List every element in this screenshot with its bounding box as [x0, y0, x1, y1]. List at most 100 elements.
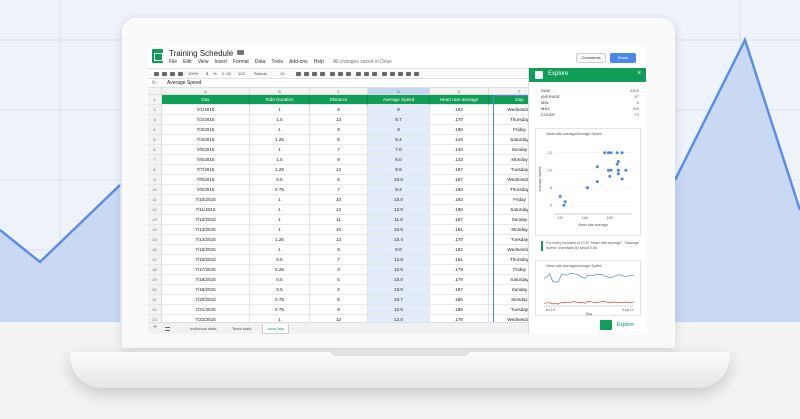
- table-cell[interactable]: 8: [310, 105, 368, 115]
- table-cell[interactable]: 7/19/2015: [162, 285, 250, 295]
- line-chart-card[interactable]: Heart rate average/Average Speed Jul 15 A…: [535, 260, 641, 316]
- table-cell[interactable]: 11.0: [368, 215, 430, 225]
- table-cell[interactable]: 8.7: [368, 115, 430, 125]
- menu-insert[interactable]: Insert: [214, 59, 227, 65]
- table-cell[interactable]: 13: [310, 235, 368, 245]
- undo-icon[interactable]: [162, 72, 167, 76]
- table-cell[interactable]: 143: [430, 155, 489, 165]
- tab-team-stats[interactable]: Team stats: [228, 324, 255, 334]
- table-cell[interactable]: Saturday: [489, 205, 528, 215]
- table-cell[interactable]: 6.0: [368, 155, 430, 165]
- strikethrough-icon[interactable]: [312, 72, 317, 76]
- table-cell[interactable]: 9: [310, 125, 368, 135]
- align-icon[interactable]: [356, 72, 361, 76]
- tab-june-july[interactable]: June/July: [262, 324, 289, 334]
- table-cell[interactable]: Monday: [489, 225, 528, 235]
- table-cell[interactable]: 1: [250, 125, 310, 135]
- table-cell[interactable]: 181: [430, 255, 489, 265]
- table-cell[interactable]: Monday: [489, 155, 528, 165]
- filter-icon[interactable]: [406, 72, 411, 76]
- table-cell[interactable]: Thursday: [489, 185, 528, 195]
- italic-icon[interactable]: [304, 72, 309, 76]
- table-cell[interactable]: 7/8/2015: [162, 175, 250, 185]
- table-cell[interactable]: 7/9/2015: [162, 185, 250, 195]
- table-cell[interactable]: Friday: [489, 195, 528, 205]
- menu-addons[interactable]: Add-ons: [289, 59, 308, 65]
- table-cell[interactable]: 190: [430, 205, 489, 215]
- table-cell[interactable]: 7/3/2015: [162, 125, 250, 135]
- table-cell[interactable]: Sunday: [489, 285, 528, 295]
- table-cell[interactable]: 186: [430, 305, 489, 315]
- formula-input[interactable]: Average Speed: [167, 80, 201, 86]
- table-cell[interactable]: 8.0: [368, 245, 430, 255]
- row-number[interactable]: 6: [148, 145, 162, 155]
- row-number[interactable]: 4: [148, 125, 162, 135]
- row-number[interactable]: 8: [148, 165, 162, 175]
- table-cell[interactable]: Saturday: [489, 135, 528, 145]
- row-number[interactable]: 19: [148, 275, 162, 285]
- functions-icon[interactable]: [414, 72, 419, 76]
- table-cell[interactable]: 187: [430, 165, 489, 175]
- table-cell[interactable]: 7/10/2015: [162, 195, 250, 205]
- table-cell[interactable]: 7/14/2015: [162, 235, 250, 245]
- table-cell[interactable]: 10.4: [368, 235, 430, 245]
- folder-icon[interactable]: [237, 50, 244, 55]
- menu-file[interactable]: File: [169, 59, 177, 65]
- table-cell[interactable]: 12: [310, 205, 368, 215]
- wrap-icon[interactable]: [372, 72, 377, 76]
- table-cell[interactable]: 10.0: [368, 275, 430, 285]
- table-cell[interactable]: 1.25: [250, 165, 310, 175]
- sheets-logo-icon[interactable]: [152, 49, 163, 63]
- table-cell[interactable]: 8: [310, 295, 368, 305]
- table-cell[interactable]: 1: [250, 145, 310, 155]
- table-cell[interactable]: 187: [430, 215, 489, 225]
- table-cell[interactable]: 7/11/2015: [162, 205, 250, 215]
- link-icon[interactable]: [382, 72, 387, 76]
- document-title[interactable]: Training Schedule: [169, 49, 233, 58]
- table-cell[interactable]: Tuesday: [489, 305, 528, 315]
- print-icon[interactable]: [154, 72, 159, 76]
- table-cell[interactable]: 9: [310, 155, 368, 165]
- star-icon[interactable]: ☆: [228, 49, 234, 57]
- table-cell[interactable]: 12: [310, 315, 368, 322]
- row-number[interactable]: 7: [148, 155, 162, 165]
- table-cell[interactable]: 181: [430, 225, 489, 235]
- comment-icon[interactable]: [390, 72, 395, 76]
- table-cell[interactable]: 7/17/2015: [162, 265, 250, 275]
- table-cell[interactable]: 193: [430, 195, 489, 205]
- table-cell[interactable]: 0.25: [250, 265, 310, 275]
- row-number[interactable]: 20: [148, 285, 162, 295]
- table-cell[interactable]: 7/18/2015: [162, 275, 250, 285]
- comments-button[interactable]: Comments: [576, 53, 606, 63]
- header-cell[interactable]: Average Speed: [368, 95, 430, 105]
- table-cell[interactable]: 0.5: [250, 285, 310, 295]
- table-cell[interactable]: Wednesday: [489, 315, 528, 322]
- zoom-select[interactable]: 100%: [188, 71, 198, 76]
- menu-format[interactable]: Format: [233, 59, 249, 65]
- number-format-select[interactable]: 123: [238, 71, 245, 76]
- table-cell[interactable]: 11: [310, 215, 368, 225]
- column-header-d[interactable]: D: [368, 88, 430, 95]
- scatter-chart-card[interactable]: Heart rate average/Average Speed 12 10 8 6 1…: [535, 128, 641, 236]
- row-number[interactable]: 1: [148, 95, 162, 105]
- table-cell[interactable]: 1: [250, 215, 310, 225]
- table-cell[interactable]: 7/16/2015: [162, 255, 250, 265]
- header-cell[interactable]: Distance: [310, 95, 368, 105]
- header-cell[interactable]: Day: [162, 95, 250, 105]
- table-cell[interactable]: Friday: [489, 125, 528, 135]
- table-cell[interactable]: 13: [310, 115, 368, 125]
- row-number[interactable]: 13: [148, 215, 162, 225]
- table-cell[interactable]: 0.5: [250, 255, 310, 265]
- table-cell[interactable]: 7/20/2015: [162, 295, 250, 305]
- table-cell[interactable]: 7.0: [368, 145, 430, 155]
- table-cell[interactable]: Saturday: [489, 275, 528, 285]
- merge-cells-icon[interactable]: [346, 72, 351, 76]
- table-cell[interactable]: 1.25: [250, 235, 310, 245]
- column-header-b[interactable]: B: [250, 88, 310, 95]
- row-number[interactable]: 3: [148, 115, 162, 125]
- table-cell[interactable]: 1.5: [250, 115, 310, 125]
- table-cell[interactable]: 7/12/2015: [162, 215, 250, 225]
- table-cell[interactable]: Tuesday: [489, 165, 528, 175]
- table-cell[interactable]: 7: [310, 255, 368, 265]
- table-cell[interactable]: 10.0: [368, 285, 430, 295]
